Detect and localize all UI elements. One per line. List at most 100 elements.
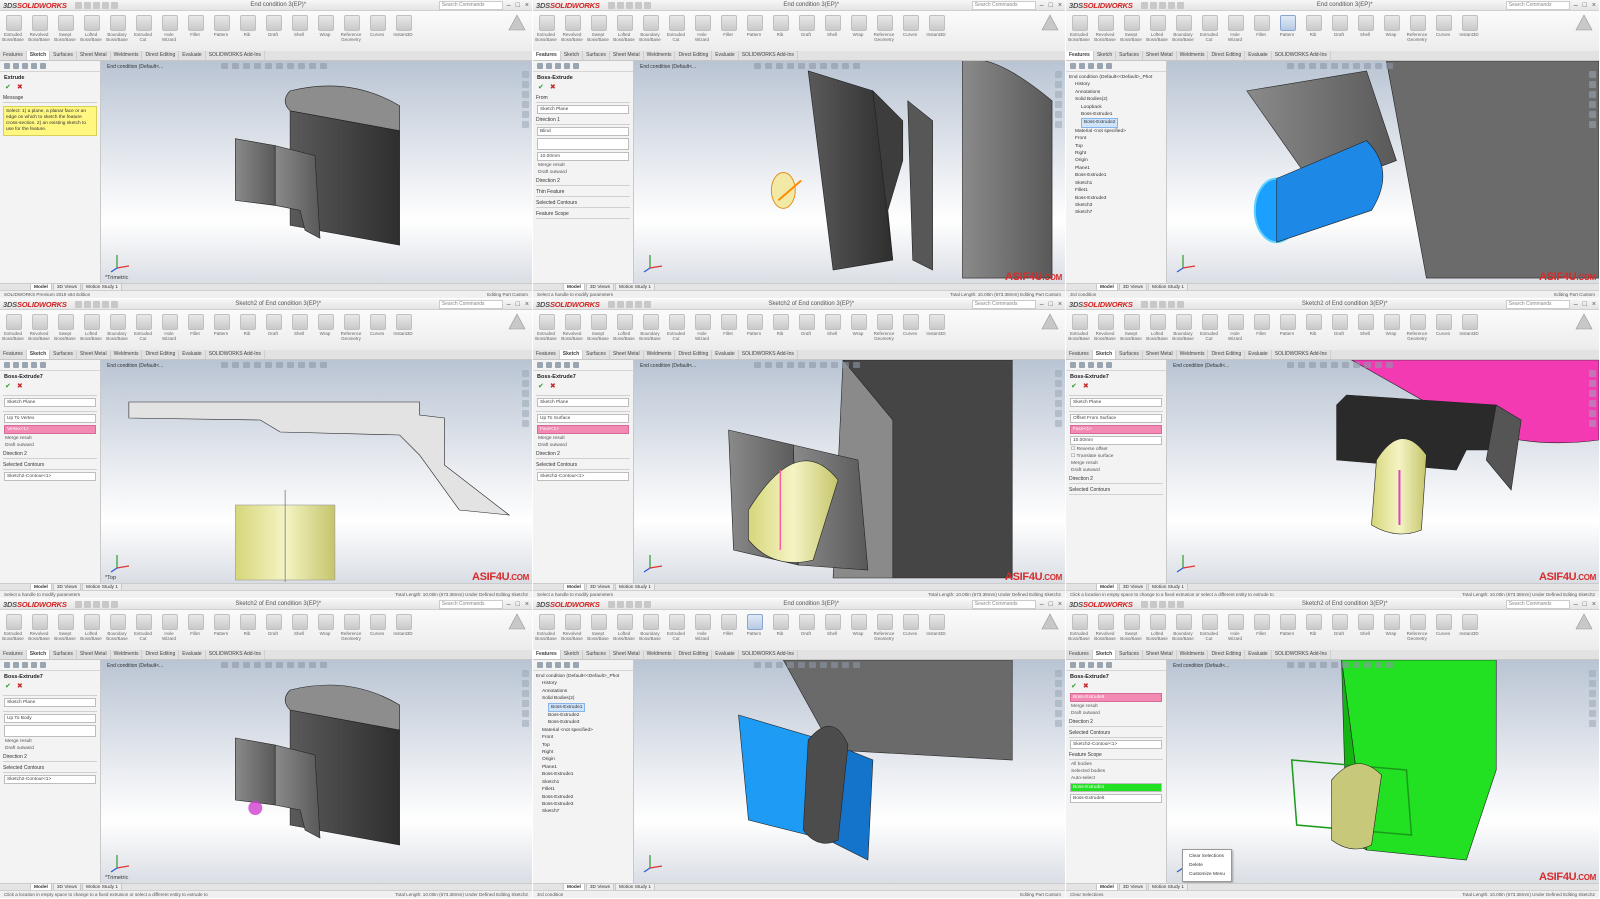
merge-result-checkbox[interactable]: Merge result bbox=[538, 436, 628, 441]
heads-up-view-toolbar[interactable] bbox=[221, 662, 327, 668]
ribbon-tool[interactable] bbox=[1072, 15, 1088, 31]
command-manager-ribbon[interactable]: Extruded Boss/Base Revolved Boss/Base Swep… bbox=[533, 310, 1065, 351]
ribbon-tool[interactable] bbox=[539, 15, 555, 31]
manager-tab-icon[interactable] bbox=[40, 362, 46, 368]
tree-item[interactable]: Solid Bodies(2) bbox=[536, 695, 630, 702]
ribbon-tool[interactable] bbox=[240, 15, 256, 31]
tab-solidworks-add-ins[interactable]: SOLIDWORKS Add-Ins bbox=[739, 650, 798, 659]
tab-features[interactable]: Features bbox=[1066, 350, 1093, 359]
cancel-icon[interactable]: ✖ bbox=[1083, 682, 1089, 690]
draft-outward-toggle[interactable]: Draft outward bbox=[538, 170, 628, 175]
selected-contours-section[interactable]: Selected Contours bbox=[1069, 487, 1163, 495]
ribbon-tool[interactable] bbox=[1254, 314, 1270, 330]
tab-direct-editing[interactable]: Direct Editing bbox=[675, 350, 713, 359]
manager-tab-icon[interactable] bbox=[1070, 63, 1076, 69]
task-pane-tabs[interactable] bbox=[522, 71, 530, 128]
tree-item[interactable]: Boss-Extrude2 bbox=[536, 712, 630, 719]
tab-features[interactable]: Features bbox=[533, 650, 561, 659]
ribbon-tool[interactable] bbox=[851, 15, 867, 31]
ribbon-tool[interactable] bbox=[1228, 314, 1244, 330]
ribbon-tool[interactable] bbox=[1306, 314, 1322, 330]
manager-tab-icon[interactable] bbox=[573, 662, 579, 668]
context-menu-item[interactable]: Clear Selections bbox=[1183, 852, 1231, 861]
ribbon-tool[interactable] bbox=[1176, 614, 1192, 630]
ribbon-tool[interactable] bbox=[695, 314, 711, 330]
from-select[interactable]: Sketch Plane bbox=[537, 398, 629, 407]
quick-access-toolbar[interactable] bbox=[607, 600, 651, 608]
merge-result-checkbox[interactable]: Merge result bbox=[1071, 704, 1161, 709]
ribbon-tool[interactable] bbox=[1150, 15, 1166, 31]
ribbon-tool[interactable] bbox=[929, 314, 945, 330]
heads-up-view-toolbar[interactable] bbox=[1287, 362, 1393, 368]
ribbon-tool[interactable] bbox=[617, 314, 633, 330]
manager-tab-icon[interactable] bbox=[1088, 662, 1094, 668]
ok-icon[interactable]: ✔ bbox=[1071, 682, 1077, 690]
ribbon-tool[interactable] bbox=[1358, 314, 1374, 330]
ribbon-tool[interactable] bbox=[344, 614, 360, 630]
cancel-icon[interactable]: ✖ bbox=[17, 83, 23, 91]
manager-tab-icon[interactable] bbox=[40, 63, 46, 69]
ribbon-tool[interactable] bbox=[539, 314, 555, 330]
ribbon-tool[interactable] bbox=[773, 314, 789, 330]
ribbon-tool[interactable] bbox=[136, 15, 152, 31]
ribbon-tool[interactable] bbox=[1384, 314, 1400, 330]
ribbon-tool[interactable] bbox=[32, 15, 48, 31]
manager-tab-icon[interactable] bbox=[546, 662, 552, 668]
manager-tab-icon[interactable] bbox=[1097, 662, 1103, 668]
ribbon-tool[interactable] bbox=[799, 614, 815, 630]
command-manager-tabs[interactable]: Features Sketch Surfaces Sheet Metal Weldmen… bbox=[0, 650, 532, 660]
window-controls[interactable]: – □ × bbox=[507, 601, 529, 608]
manager-tab-icon[interactable] bbox=[1088, 362, 1094, 368]
ribbon-tool[interactable] bbox=[1202, 614, 1218, 630]
search-commands-input[interactable]: Search Commands bbox=[971, 299, 1036, 309]
ribbon-tool[interactable] bbox=[539, 614, 555, 630]
ribbon-tool[interactable] bbox=[1358, 614, 1374, 630]
tree-item[interactable]: Boss-Extrude1 bbox=[1069, 111, 1163, 118]
manager-tab-icon[interactable] bbox=[22, 362, 28, 368]
manager-tab-icon[interactable] bbox=[4, 63, 10, 69]
ribbon-tool[interactable] bbox=[1410, 15, 1426, 31]
ribbon-tool[interactable] bbox=[1176, 15, 1192, 31]
search-commands-input[interactable]: Search Commands bbox=[438, 599, 503, 609]
graphics-area[interactable]: End condition (Default<... *Top ASIF4U.CO… bbox=[101, 360, 532, 584]
depth-input[interactable]: 10.00mm bbox=[537, 152, 629, 161]
ribbon-tool[interactable] bbox=[643, 314, 659, 330]
end-condition-select[interactable]: Offset From Surface bbox=[1070, 414, 1162, 423]
direction-1-section[interactable] bbox=[3, 410, 97, 412]
ok-icon[interactable]: ✔ bbox=[1071, 382, 1077, 390]
tab-surfaces[interactable]: Surfaces bbox=[583, 650, 610, 659]
ribbon-tool[interactable] bbox=[1228, 15, 1244, 31]
tab-features[interactable]: Features bbox=[0, 650, 27, 659]
command-manager-tabs[interactable]: Features Sketch Surfaces Sheet Metal Weldmen… bbox=[1066, 650, 1599, 660]
model-view[interactable] bbox=[634, 61, 1065, 284]
window-controls[interactable]: – □ × bbox=[1574, 301, 1596, 308]
manager-tab-icon[interactable] bbox=[564, 63, 570, 69]
ribbon-tool[interactable] bbox=[773, 614, 789, 630]
quick-access-toolbar[interactable] bbox=[1140, 600, 1184, 608]
heads-up-view-toolbar[interactable] bbox=[754, 63, 860, 69]
ribbon-tool[interactable] bbox=[721, 614, 737, 630]
tab-evaluate[interactable]: Evaluate bbox=[179, 51, 206, 60]
scope-body-item[interactable]: Boss-Extrude1 bbox=[1070, 783, 1162, 792]
heads-up-view-toolbar[interactable] bbox=[754, 662, 860, 668]
tab-sheet-metal[interactable]: Sheet Metal bbox=[610, 51, 644, 60]
tab-surfaces[interactable]: Surfaces bbox=[50, 650, 77, 659]
manager-tab-icon[interactable] bbox=[40, 662, 46, 668]
ribbon-tool[interactable] bbox=[591, 314, 607, 330]
tab-surfaces[interactable]: Surfaces bbox=[1116, 51, 1143, 60]
manager-tab-icon[interactable] bbox=[573, 362, 579, 368]
manager-tabs[interactable] bbox=[0, 61, 100, 72]
selected-entity-field[interactable]: Vertex<1> bbox=[4, 425, 96, 434]
ribbon-tool[interactable] bbox=[58, 15, 74, 31]
tree-item[interactable]: Origin bbox=[536, 756, 630, 763]
tree-item[interactable]: Boss-Extrude2 bbox=[1069, 118, 1163, 128]
direction-2-section[interactable]: Direction 2 bbox=[1069, 719, 1163, 727]
tree-item[interactable]: Boss-Extrude3 bbox=[536, 719, 630, 726]
tree-item[interactable]: Plane1 bbox=[536, 764, 630, 771]
command-manager-tabs[interactable]: Features Sketch Surfaces Sheet Metal Weldmen… bbox=[1066, 51, 1599, 61]
ribbon-tool[interactable] bbox=[799, 15, 815, 31]
draft-outward-toggle[interactable]: Draft outward bbox=[538, 443, 628, 448]
from-section[interactable] bbox=[3, 694, 97, 696]
tab-sketch[interactable]: Sketch bbox=[1092, 350, 1117, 359]
end-condition-select[interactable]: Up To Vertex bbox=[4, 414, 96, 423]
